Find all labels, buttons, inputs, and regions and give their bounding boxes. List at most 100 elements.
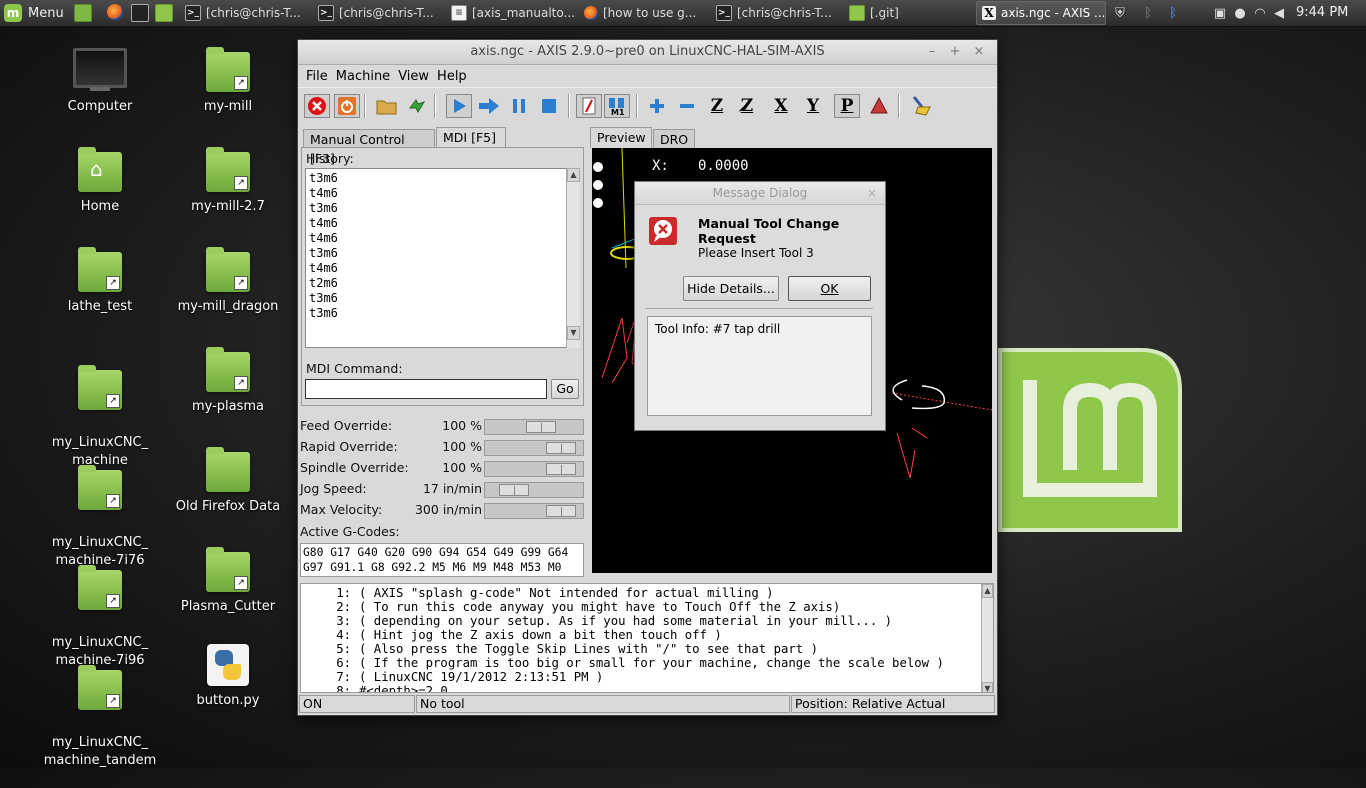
program-line[interactable]: 8: #<depth>=2.0: [301, 684, 981, 692]
override-slider[interactable]: [484, 419, 584, 435]
override-slider[interactable]: [484, 482, 584, 498]
files-launcher-icon[interactable]: [155, 4, 173, 22]
view-x-button[interactable]: X: [768, 94, 794, 118]
desktop-icon-my-mill[interactable]: ↗ my-mill: [168, 47, 288, 116]
program-line[interactable]: 2: ( To run this code anyway you might ha…: [301, 600, 981, 614]
desktop-icon-computer[interactable]: Computer: [40, 44, 160, 116]
desktop-icon-button-py[interactable]: button.py: [168, 644, 288, 710]
slider-thumb[interactable]: [546, 463, 576, 475]
bluetooth-icon[interactable]: ᛒ: [1165, 3, 1181, 23]
menu-machine[interactable]: Machine: [332, 69, 394, 84]
task-git-folder[interactable]: [.git]: [844, 1, 974, 25]
estop-button[interactable]: [304, 94, 330, 118]
zoom-out-button[interactable]: [674, 94, 700, 118]
program-line[interactable]: 3: ( depending on your setup. As if you h…: [301, 614, 981, 628]
minimize-icon[interactable]: –: [923, 40, 941, 64]
view-z2-button[interactable]: Z̸: [734, 94, 760, 118]
tab-dro[interactable]: DRO: [653, 129, 695, 148]
slider-thumb[interactable]: [546, 505, 576, 517]
program-line[interactable]: 5: ( Also press the Toggle Skip Lines wit…: [301, 642, 981, 656]
shield-icon[interactable]: ⛨: [1112, 3, 1128, 23]
axis-titlebar[interactable]: axis.ngc - AXIS 2.9.0~pre0 on LinuxCNC-H…: [298, 40, 997, 65]
reload-button[interactable]: [404, 94, 430, 118]
desktop-icon-my-mill-2-7[interactable]: ↗ my-mill-2.7: [168, 147, 288, 216]
main-menu-button[interactable]: m Menu: [4, 3, 64, 23]
history-item[interactable]: t3m6: [309, 171, 563, 186]
close-icon[interactable]: ×: [970, 40, 988, 64]
history-item[interactable]: t4m6: [309, 216, 563, 231]
run-button[interactable]: [446, 94, 472, 118]
block-delete-button[interactable]: [576, 94, 602, 118]
machine-power-button[interactable]: [334, 94, 360, 118]
task-terminal-2[interactable]: >_ [chris@chris-T...: [313, 1, 443, 25]
mdi-command-input[interactable]: [305, 379, 547, 399]
program-scrollbar[interactable]: ▲ ▼: [981, 584, 993, 692]
override-slider[interactable]: [484, 503, 584, 519]
history-list[interactable]: t3m6 t4m6 t3m6 t4m6 t4m6 t3m6 t4m6 t2m6 t3m6 t3m6: [305, 168, 567, 348]
tab-preview[interactable]: Preview: [590, 127, 652, 148]
history-item[interactable]: t3m6: [309, 246, 563, 261]
tab-manual-control[interactable]: Manual Control [F3]: [303, 129, 435, 166]
optional-stop-button[interactable]: M1: [604, 94, 630, 118]
program-text-view[interactable]: 1: ( AXIS "splash g-code" Not intended fo…: [300, 583, 994, 693]
desktop-icon-lathe-test[interactable]: ↗ lathe_test: [40, 247, 160, 316]
volume-icon[interactable]: ◀: [1271, 3, 1287, 23]
scroll-up-icon[interactable]: ▲: [982, 584, 993, 598]
desktop-icon-home[interactable]: ⌂ Home: [40, 147, 160, 216]
menu-help[interactable]: Help: [433, 69, 471, 84]
desktop-icon-my-mill-dragon[interactable]: ↗ my-mill_dragon: [168, 247, 288, 316]
dialog-details-box[interactable]: Tool Info: #7 tap drill: [647, 316, 872, 416]
slider-thumb[interactable]: [546, 442, 576, 454]
task-firefox[interactable]: [how to use g...: [579, 1, 709, 25]
history-item[interactable]: t3m6: [309, 201, 563, 216]
hide-details-button[interactable]: Hide Details...: [683, 276, 779, 301]
history-item[interactable]: t4m6: [309, 231, 563, 246]
go-button[interactable]: Go: [551, 379, 579, 399]
dialog-titlebar[interactable]: Message Dialog ×: [635, 182, 885, 205]
open-file-button[interactable]: [374, 94, 400, 118]
program-line[interactable]: 7: ( LinuxCNC 19/1/2012 2:13:51 PM ): [301, 670, 981, 684]
menu-view[interactable]: View: [394, 69, 433, 84]
program-line[interactable]: 1: ( AXIS "splash g-code" Not intended fo…: [301, 586, 981, 600]
desktop-icon-my-plasma[interactable]: ↗ my-plasma: [168, 347, 288, 416]
history-item[interactable]: t4m6: [309, 186, 563, 201]
history-item[interactable]: t3m6: [309, 306, 563, 321]
task-terminal-1[interactable]: >_ [chris@chris-T...: [180, 1, 310, 25]
user-icon[interactable]: ●: [1232, 3, 1248, 23]
task-axis[interactable]: X axis.ngc - AXIS ...: [976, 1, 1106, 25]
desktop-icon-plasma-cutter[interactable]: ↗ Plasma_Cutter: [168, 547, 288, 616]
view-y-button[interactable]: Y: [800, 94, 826, 118]
rotate-view-button[interactable]: [866, 94, 892, 118]
terminal-launcher-icon[interactable]: [131, 4, 149, 22]
override-slider[interactable]: [484, 440, 584, 456]
slider-thumb[interactable]: [499, 484, 529, 496]
view-z-button[interactable]: Z: [704, 94, 730, 118]
bluetooth-off-icon[interactable]: ᛒ: [1140, 3, 1156, 23]
history-scrollbar[interactable]: ▲ ▼: [566, 168, 580, 348]
update-icon[interactable]: ▣: [1212, 3, 1228, 23]
history-item[interactable]: t3m6: [309, 291, 563, 306]
desktop-icon-old-firefox-data[interactable]: Old Firefox Data: [168, 447, 288, 516]
slider-thumb[interactable]: [526, 421, 556, 433]
program-line[interactable]: 6: ( If the program is too big or small f…: [301, 656, 981, 670]
task-text-editor[interactable]: ≡ [axis_manualto...: [446, 1, 576, 25]
show-desktop-icon[interactable]: [74, 4, 92, 22]
task-terminal-3[interactable]: >_ [chris@chris-T...: [711, 1, 841, 25]
firefox-launcher-icon[interactable]: [107, 4, 123, 20]
pause-button[interactable]: [506, 94, 532, 118]
clear-backplot-button[interactable]: [908, 94, 934, 118]
override-slider[interactable]: [484, 461, 584, 477]
dialog-close-icon[interactable]: ×: [867, 182, 877, 204]
scroll-down-icon[interactable]: ▼: [982, 682, 993, 692]
stop-button[interactable]: [536, 94, 562, 118]
scroll-down-icon[interactable]: ▼: [567, 326, 580, 340]
wifi-icon[interactable]: ◠: [1252, 3, 1268, 23]
zoom-in-button[interactable]: [644, 94, 670, 118]
maximize-icon[interactable]: +: [946, 40, 964, 64]
tab-mdi[interactable]: MDI [F5]: [436, 127, 506, 148]
history-item[interactable]: t4m6: [309, 261, 563, 276]
menu-file[interactable]: File: [302, 69, 332, 84]
program-line[interactable]: 4: ( Hint jog the Z axis down a bit then …: [301, 628, 981, 642]
view-p-button[interactable]: P: [834, 94, 860, 118]
scroll-up-icon[interactable]: ▲: [567, 168, 580, 182]
